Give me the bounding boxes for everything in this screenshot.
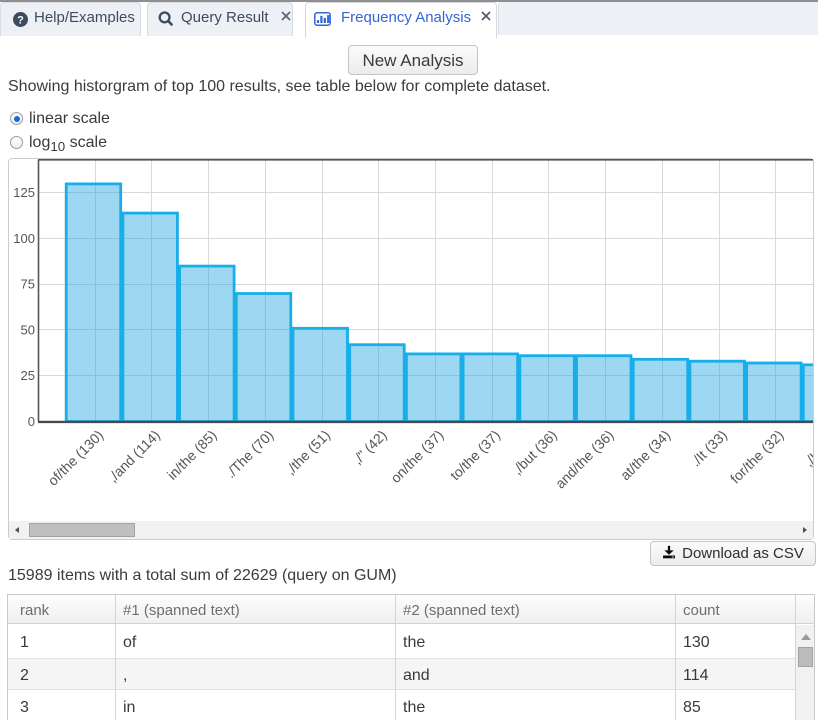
svg-text:50: 50 <box>21 322 35 337</box>
svg-text:,/the (51): ,/the (51) <box>282 427 333 478</box>
svg-text:75: 75 <box>21 277 35 292</box>
svg-text:for/the (32): for/the (32) <box>727 427 787 487</box>
svg-text:of/the (130): of/the (130) <box>44 427 106 489</box>
svg-text:,/It (31): ,/It (31) <box>801 427 813 470</box>
svg-text:?: ? <box>17 14 24 26</box>
svg-text:25: 25 <box>21 368 35 383</box>
svg-text:,/but (36): ,/but (36) <box>509 427 560 478</box>
svg-text:,/" (42): ,/" (42) <box>349 427 390 468</box>
svg-text:./It (33): ./It (33) <box>687 427 730 470</box>
svg-text:on/the (37): on/the (37) <box>387 427 446 486</box>
svg-text:at/the (34): at/the (34) <box>617 427 673 483</box>
svg-text:0: 0 <box>28 414 35 429</box>
svg-text:in/the (85): in/the (85) <box>164 427 220 483</box>
svg-text:125: 125 <box>13 185 35 200</box>
svg-text:,/and (114): ,/and (114) <box>105 427 163 485</box>
svg-text:100: 100 <box>13 231 35 246</box>
svg-text:to/the (37): to/the (37) <box>447 427 503 483</box>
svg-text:./The (70): ./The (70) <box>222 427 276 481</box>
svg-text:and/the (36): and/the (36) <box>552 427 617 492</box>
